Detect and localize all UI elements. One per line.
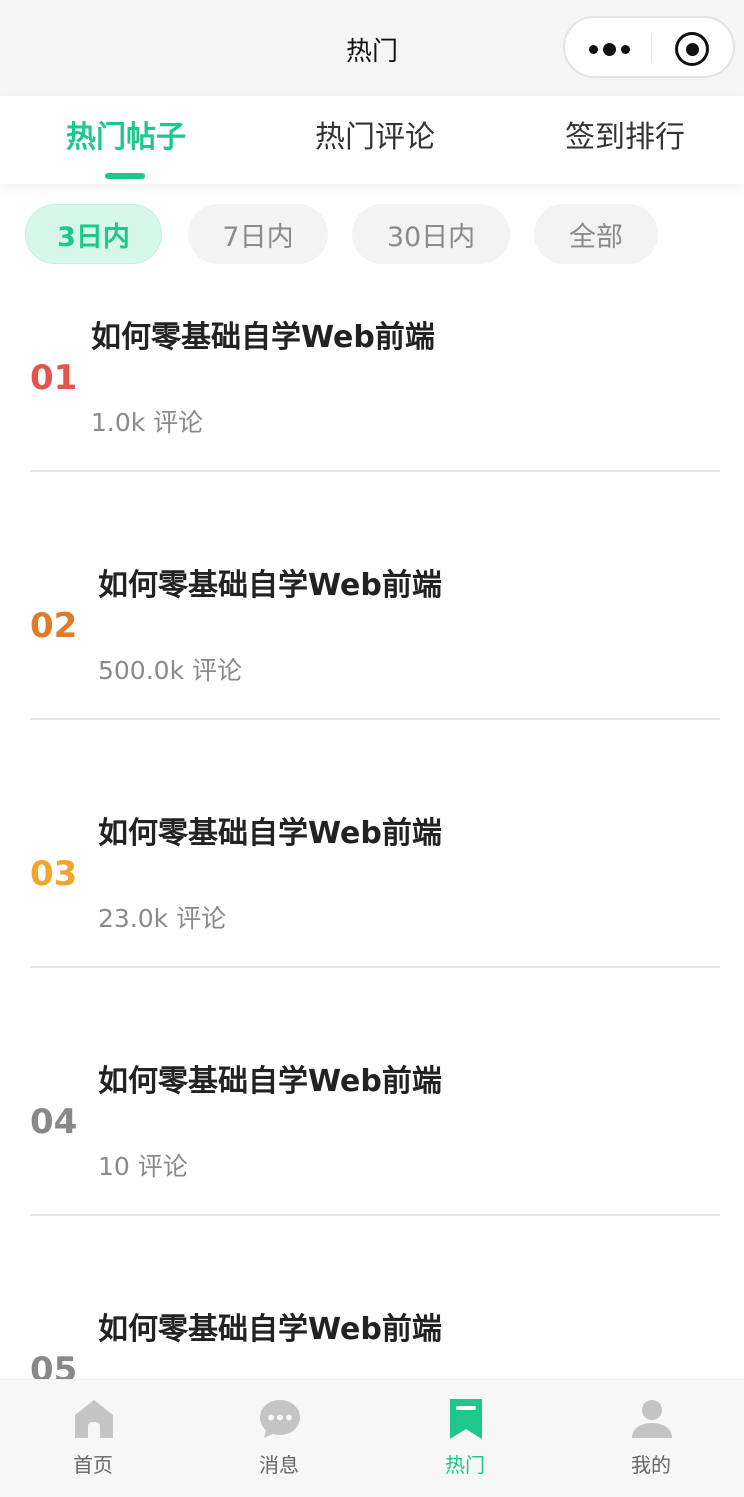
filter-30-days[interactable]: 30日内 [352, 204, 510, 264]
more-options-icon[interactable] [579, 32, 639, 66]
filter-7-days[interactable]: 7日内 [188, 204, 328, 264]
top-tabs: 热门帖子 热门评论 签到排行 [0, 96, 744, 184]
user-icon [632, 1400, 672, 1438]
active-tab-indicator [105, 173, 145, 179]
bookmark-icon [450, 1399, 482, 1439]
post-title[interactable]: 如何零基础自学Web前端 [98, 1310, 442, 1350]
capsule-divider [651, 34, 652, 62]
rank-number: 01 [30, 358, 78, 398]
tabbar-item-hot[interactable]: 热门 [372, 1380, 558, 1497]
rank-number: 02 [30, 606, 78, 646]
divider [30, 470, 720, 472]
tabbar-item-me[interactable]: 我的 [558, 1380, 744, 1497]
divider [30, 718, 720, 720]
comment-count: 10 评论 [98, 1152, 188, 1181]
bottom-tab-bar: 首页 消息 热门 我的 [0, 1379, 744, 1497]
filter-3-days[interactable]: 3日内 [25, 204, 162, 264]
tabbar-label: 首页 [73, 1453, 113, 1477]
home-icon [75, 1400, 113, 1438]
post-title[interactable]: 如何零基础自学Web前端 [98, 566, 442, 606]
message-icon [260, 1400, 300, 1438]
post-title[interactable]: 如何零基础自学Web前端 [98, 1062, 442, 1102]
post-title[interactable]: 如何零基础自学Web前端 [98, 814, 442, 854]
comment-count: 500.0k 评论 [98, 656, 242, 685]
tab-hot-comments[interactable]: 热门评论 [315, 118, 435, 158]
tab-hot-posts[interactable]: 热门帖子 [66, 118, 186, 158]
tabbar-label: 消息 [259, 1453, 299, 1477]
close-target-icon[interactable] [675, 32, 709, 66]
post-title[interactable]: 如何零基础自学Web前端 [91, 318, 435, 358]
mini-program-capsule [563, 16, 735, 78]
rank-number: 04 [30, 1102, 78, 1142]
tabbar-item-home[interactable]: 首页 [0, 1380, 186, 1497]
tab-checkin-rank[interactable]: 签到排行 [565, 118, 685, 158]
divider [30, 1214, 720, 1216]
filter-all[interactable]: 全部 [534, 204, 658, 264]
tabbar-label: 热门 [445, 1453, 485, 1477]
rank-number: 03 [30, 854, 78, 894]
tabbar-item-messages[interactable]: 消息 [186, 1380, 372, 1497]
divider [30, 966, 720, 968]
navigation-bar: 热门 [0, 0, 744, 96]
comment-count: 23.0k 评论 [98, 904, 227, 933]
tabbar-label: 我的 [631, 1453, 671, 1477]
comment-count: 1.0k 评论 [91, 408, 204, 437]
